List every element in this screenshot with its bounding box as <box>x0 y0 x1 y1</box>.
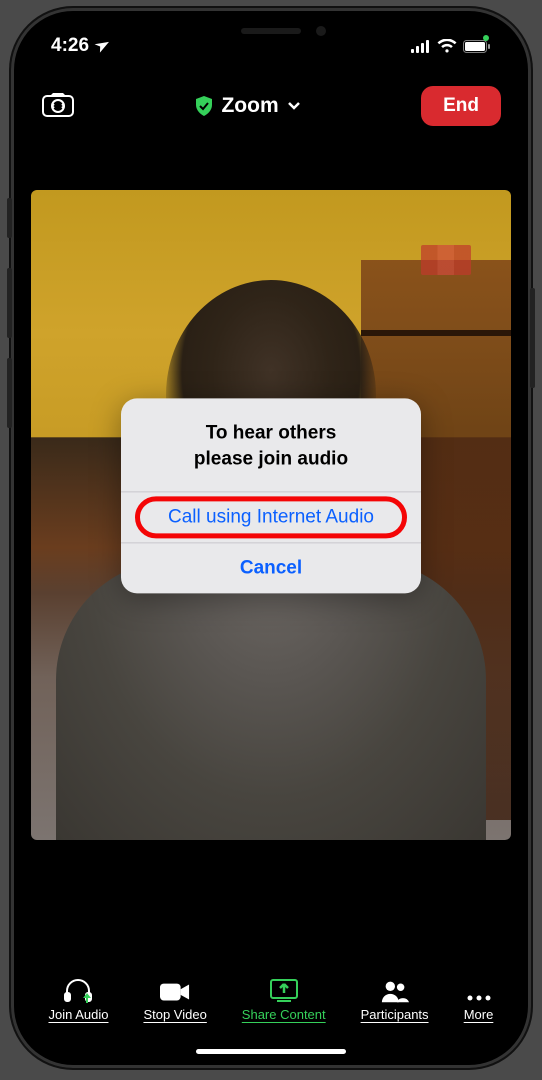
volume-button <box>7 198 12 238</box>
wifi-icon <box>437 39 457 53</box>
app-header: Zoom End <box>17 64 525 146</box>
location-icon <box>91 36 111 56</box>
encryption-shield-icon <box>195 96 213 116</box>
screen: 4:26 <box>17 14 525 1062</box>
dialog-title: To hear others please join audio <box>121 398 421 491</box>
bottom-toolbar: Join Audio Stop Video <box>17 977 525 1036</box>
phone-frame: 4:26 <box>11 8 531 1068</box>
stop-video-label: Stop Video <box>143 1007 206 1022</box>
video-camera-icon <box>160 981 190 1003</box>
share-content-button[interactable]: Share Content <box>242 977 326 1022</box>
share-screen-icon <box>269 977 299 1003</box>
up-arrow-icon <box>82 993 92 1003</box>
call-internet-audio-button[interactable]: Call using Internet Audio <box>121 492 421 543</box>
volume-button <box>7 358 12 428</box>
participants-label: Participants <box>361 1007 429 1022</box>
switch-camera-button[interactable] <box>41 90 75 123</box>
share-content-label: Share Content <box>242 1007 326 1022</box>
end-meeting-button[interactable]: End <box>421 86 501 126</box>
notch <box>156 14 386 48</box>
chevron-down-icon <box>287 101 301 111</box>
dialog-title-line1: To hear others <box>141 420 401 446</box>
join-audio-dialog: To hear others please join audio Call us… <box>121 398 421 593</box>
cellular-signal-icon <box>411 40 431 53</box>
more-label: More <box>464 1007 494 1022</box>
meeting-title[interactable]: Zoom <box>195 94 300 118</box>
more-icon <box>465 993 493 1003</box>
battery-icon <box>463 40 491 53</box>
participants-icon <box>380 979 410 1003</box>
meeting-title-label: Zoom <box>221 94 278 118</box>
participants-button[interactable]: Participants <box>361 977 429 1022</box>
dialog-cancel-label: Cancel <box>240 558 302 579</box>
recording-indicator-icon <box>483 35 489 41</box>
join-audio-label: Join Audio <box>48 1007 108 1022</box>
switch-camera-icon <box>41 90 75 118</box>
stop-video-button[interactable]: Stop Video <box>143 977 206 1022</box>
dialog-title-line2: please join audio <box>141 446 401 472</box>
join-audio-button[interactable]: Join Audio <box>48 977 108 1022</box>
more-button[interactable]: More <box>464 977 494 1022</box>
clock-time: 4:26 <box>51 35 89 57</box>
home-indicator[interactable] <box>196 1049 346 1054</box>
cancel-button[interactable]: Cancel <box>121 543 421 594</box>
power-button <box>530 288 535 388</box>
dialog-primary-label: Call using Internet Audio <box>168 507 374 528</box>
volume-button <box>7 268 12 338</box>
